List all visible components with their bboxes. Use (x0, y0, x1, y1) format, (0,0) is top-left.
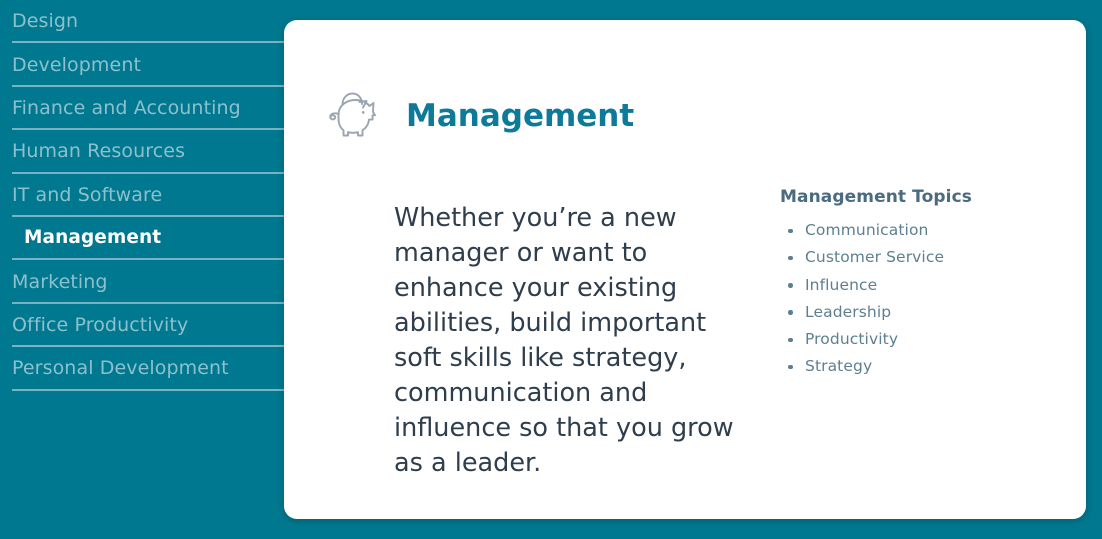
sidebar-item-finance-and-accounting[interactable]: Finance and Accounting (0, 87, 284, 131)
bullet-icon (788, 228, 793, 233)
topic-label: Leadership (805, 302, 892, 321)
bullet-icon (788, 255, 793, 261)
bullet-icon (788, 283, 793, 288)
topics-heading: Management Topics (780, 187, 972, 207)
topic-label: Strategy (805, 357, 873, 376)
sidebar-item-label: Management (24, 227, 162, 249)
sidebar-item-label: Personal Development (12, 357, 229, 380)
sidebar-item-label: Development (12, 53, 142, 76)
sidebar-item-office-productivity[interactable]: Office Productivity (0, 304, 284, 348)
topic-label: Customer Service (805, 248, 945, 267)
sidebar-item-label: IT and Software (12, 183, 163, 206)
card-header: Management (318, 80, 634, 153)
topic-list-item[interactable]: Communication (780, 217, 1054, 244)
sidebar-item-management[interactable]: Management (0, 217, 284, 261)
topic-label: Productivity (805, 330, 899, 349)
piggy-bank-icon (318, 88, 384, 144)
topic-label: Influence (805, 275, 878, 294)
topic-list-item[interactable]: Strategy (780, 353, 1054, 380)
topic-list-item[interactable]: Influence (780, 272, 1054, 299)
sidebar-item-label: Human Resources (12, 140, 186, 163)
category-detail-card: Management Whether you’re a new manager … (284, 20, 1086, 519)
topic-list-item[interactable]: Customer Service (780, 244, 1054, 271)
page-root: Design Development Finance and Accounting H… (0, 0, 1102, 539)
sidebar-divider (12, 388, 284, 391)
sidebar-item-label: Marketing (12, 270, 108, 293)
topic-label: Communication (805, 221, 929, 239)
category-sidebar: Design Development Finance and Accounting H… (0, 0, 284, 539)
card-body: Whether you’re a new manager or want to … (394, 175, 1054, 506)
sidebar-item-development[interactable]: Development (0, 43, 284, 87)
topic-list-item[interactable]: Leadership (780, 299, 1054, 326)
sidebar-item-design[interactable]: Design (0, 0, 284, 44)
topics-panel: Management Topics Communication Customer … (780, 175, 1054, 381)
bullet-icon (788, 364, 793, 370)
sidebar-item-personal-development[interactable]: Personal Development (0, 347, 284, 391)
sidebar-item-label: Office Productivity (12, 313, 189, 336)
topics-list: Communication Customer Service Influence Le… (780, 217, 1054, 381)
sidebar-item-marketing[interactable]: Marketing (0, 260, 284, 304)
sidebar-item-it-and-software[interactable]: IT and Software (0, 174, 284, 217)
category-description: Whether you’re a new manager or want to … (394, 202, 734, 478)
bullet-icon (788, 337, 793, 343)
sidebar-item-human-resources[interactable]: Human Resources (0, 130, 284, 174)
bullet-icon (788, 310, 793, 315)
sidebar-item-label: Design (12, 10, 79, 33)
sidebar-item-label: Finance and Accounting (12, 96, 241, 119)
topic-list-item[interactable]: Productivity (780, 326, 1054, 353)
page-title: Management (406, 97, 635, 134)
